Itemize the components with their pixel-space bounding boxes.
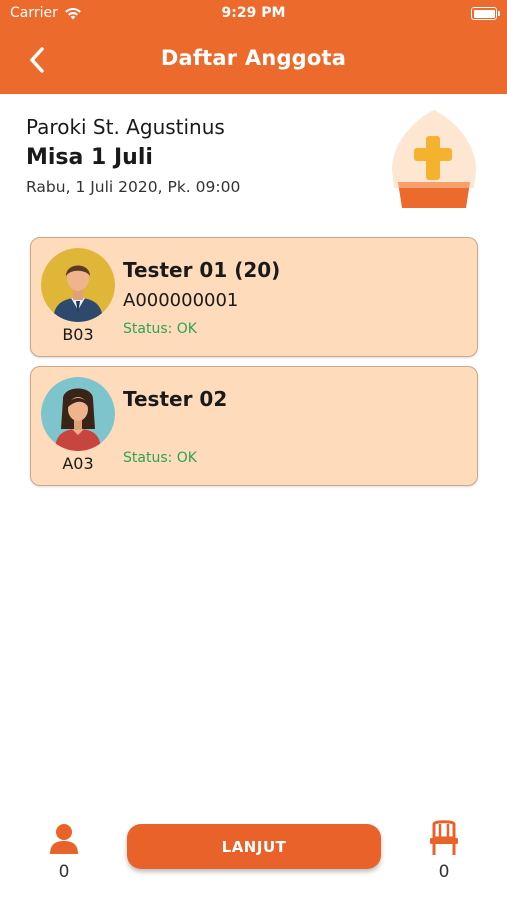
person-icon	[50, 824, 78, 854]
people-count: 0	[58, 862, 70, 882]
member-card[interactable]: A03 Tester 02 Status: OK	[30, 366, 478, 486]
member-status: Status: OK	[123, 321, 197, 337]
event-info: Paroki St. Agustinus Misa 1 Juli Rabu, 1…	[26, 115, 376, 196]
mass-datetime: Rabu, 1 Juli 2020, Pk. 09:00	[26, 178, 241, 196]
clock: 9:29 PM	[221, 5, 286, 21]
seat-count: 0	[438, 862, 450, 882]
member-id: A000000001	[123, 290, 239, 311]
header: Carrier 9:29 PM Daftar Anggota	[0, 0, 507, 94]
chair-icon	[430, 820, 458, 855]
member-card[interactable]: B03 Tester 01 (20) A000000001 Status: OK	[30, 237, 478, 357]
parish-name: Paroki St. Agustinus	[26, 115, 225, 139]
next-button[interactable]: LANJUT	[127, 824, 381, 869]
member-name: Tester 01 (20)	[123, 258, 281, 282]
status-bar: Carrier 9:29 PM	[0, 0, 507, 28]
battery-icon	[471, 7, 500, 20]
seat-code: A03	[62, 454, 94, 473]
seat-code: B03	[62, 325, 94, 344]
bottom-bar: 0 LANJUT 0	[0, 800, 507, 900]
mitre-icon	[392, 110, 476, 208]
page-title: Daftar Anggota	[160, 46, 347, 70]
male-avatar-icon	[41, 248, 115, 322]
member-status: Status: OK	[123, 450, 197, 466]
member-name: Tester 02	[123, 387, 228, 411]
mass-title: Misa 1 Juli	[26, 145, 153, 170]
female-avatar-icon	[41, 377, 115, 451]
